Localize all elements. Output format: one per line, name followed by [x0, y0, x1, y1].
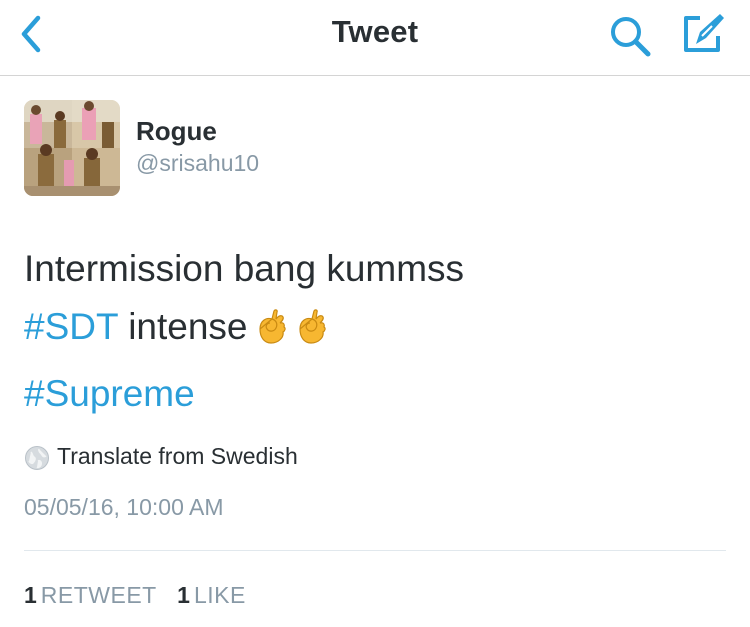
display-name[interactable]: Rogue	[136, 116, 217, 147]
retweets-stat[interactable]: 1 RETWEET	[24, 582, 157, 608]
retweets-count: 1	[24, 582, 37, 608]
compose-icon	[684, 14, 724, 52]
avatar-image	[24, 100, 120, 196]
likes-label: LIKE	[193, 582, 246, 608]
ok-hand-emoji	[294, 304, 328, 362]
tweet-text: Intermission bang kummss #SDT intense	[24, 240, 724, 362]
tweet-line-3: #Supreme	[24, 368, 195, 420]
tweet-stats: 1 RETWEET 1 LIKE	[24, 582, 260, 609]
likes-stat[interactable]: 1 LIKE	[177, 582, 246, 608]
tweet-timestamp: 05/05/16, 10:00 AM	[24, 494, 224, 520]
user-handle[interactable]: @srisahu10	[136, 150, 259, 177]
tweet-line-2: #SDT intense	[24, 298, 724, 362]
hashtag-link[interactable]: #Supreme	[24, 373, 195, 414]
nav-bar: Tweet	[0, 0, 750, 76]
globe-icon	[25, 446, 49, 470]
divider	[24, 550, 726, 551]
retweets-label: RETWEET	[40, 582, 157, 608]
ok-hand-emoji	[254, 304, 288, 362]
likes-count: 1	[177, 582, 190, 608]
avatar[interactable]	[24, 100, 120, 196]
search-button[interactable]	[608, 14, 654, 58]
compose-button[interactable]	[680, 10, 728, 56]
hashtag-link[interactable]: #SDT	[24, 306, 118, 347]
tweet-line-1: Intermission bang kummss	[24, 248, 465, 289]
search-icon	[611, 17, 651, 57]
tweet-line-2-text: intense	[117, 306, 248, 347]
translate-label: Translate from Swedish	[57, 443, 298, 469]
